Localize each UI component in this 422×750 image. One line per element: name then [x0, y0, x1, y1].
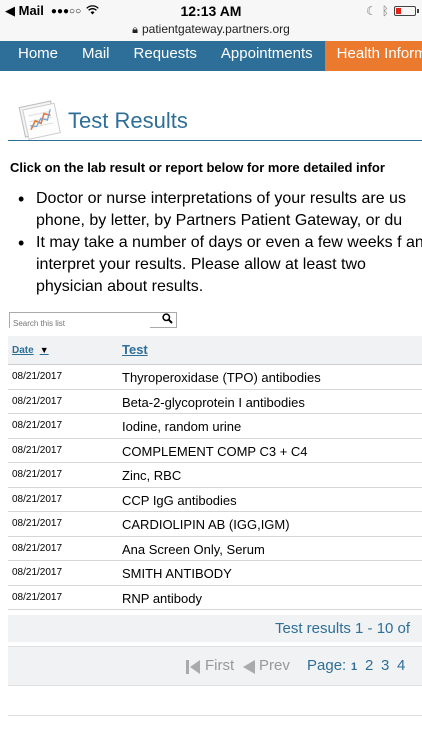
page-number-current: 1	[351, 661, 358, 673]
row-test-link[interactable]: SMITH ANTIBODY	[122, 566, 232, 581]
table-row[interactable]: 08/21/2017 CARDIOLIPIN AB (IGG,IGM)	[8, 512, 422, 537]
battery-icon	[394, 6, 419, 16]
nav-item-home[interactable]: Home	[0, 41, 70, 71]
test-column-header[interactable]: Test	[122, 342, 148, 357]
search-icon[interactable]	[162, 313, 173, 327]
status-bar: ◀ Mail ●●●○○ 12:13 AM ☾ ᛒ	[0, 0, 422, 22]
row-date: 08/21/2017	[12, 567, 63, 578]
date-column-header[interactable]: Date ▼	[12, 345, 49, 356]
page-number-link[interactable]: 3	[381, 657, 389, 674]
pagination: First Prev Page: 1 2 3 4	[8, 646, 422, 686]
row-date: 08/21/2017	[12, 444, 63, 456]
lab-report-icon	[18, 100, 61, 140]
table-row[interactable]: 08/21/2017 SMITH ANTIBODY	[8, 561, 422, 586]
table-row[interactable]: 08/21/2017 Ana Screen Only, Serum	[8, 536, 422, 561]
bullet-timing: It may take a number of days or even a f…	[8, 232, 422, 298]
lock-icon: 🔒︎	[132, 24, 138, 36]
first-page-icon	[186, 660, 200, 674]
info-bullets: Doctor or nurse interpretations of your …	[8, 188, 422, 298]
url-bar[interactable]: 🔒︎ patientgateway.partners.org	[0, 22, 422, 41]
sort-descending-icon: ▼	[39, 345, 49, 355]
table-row[interactable]: 08/21/2017 Iodine, random urine	[8, 414, 422, 439]
row-test-link[interactable]: CARDIOLIPIN AB (IGG,IGM)	[122, 517, 290, 532]
bullet-text: Doctor or nurse interpretations of your …	[36, 190, 406, 229]
intro-instructions: Click on the lab result or report below …	[10, 160, 385, 175]
title-row: Test Results	[8, 96, 422, 141]
nav-item-mail[interactable]: Mail	[70, 41, 122, 71]
table-row[interactable]: 08/21/2017 Zinc, RBC	[8, 463, 422, 488]
first-page-button[interactable]: First	[205, 657, 234, 674]
row-test-link[interactable]: COMPLEMENT COMP C3 + C4	[122, 444, 308, 459]
page-label: Page:	[307, 657, 347, 674]
row-test-link[interactable]: Zinc, RBC	[122, 468, 181, 483]
row-test-link[interactable]: Ana Screen Only, Serum	[122, 542, 265, 557]
bullet-interpretations: Doctor or nurse interpretations of your …	[8, 188, 422, 232]
table-header: Date ▼ Test	[8, 336, 422, 365]
row-test-link[interactable]: Iodine, random urine	[122, 419, 241, 434]
results-count-text: Test results 1 - 10 of	[275, 620, 411, 637]
do-not-disturb-icon: ☾	[366, 4, 377, 18]
date-header-label: Date	[12, 345, 34, 356]
bluetooth-icon: ᛒ	[381, 4, 389, 18]
table-row[interactable]: 08/21/2017 Thyroperoxidase (TPO) antibodi…	[8, 365, 422, 390]
url-text: patientgateway.partners.org	[141, 22, 290, 36]
footer-bar	[8, 690, 422, 716]
results-summary: Test results 1 - 10 of	[8, 615, 422, 642]
row-date: 08/21/2017	[12, 518, 63, 529]
results-table: Date ▼ Test 08/21/2017 Thyroperoxidase (TP…	[8, 336, 422, 610]
row-test-link[interactable]: RNP antibody	[122, 591, 202, 606]
table-row[interactable]: 08/21/2017 Beta-2-glycoprotein I antibodi…	[8, 389, 422, 414]
table-row[interactable]: 08/21/2017 COMPLEMENT COMP C3 + C4	[8, 438, 422, 463]
bullet-text: It may take a number of days or even a f…	[36, 234, 422, 295]
row-date: 08/21/2017	[12, 420, 63, 431]
row-date: 08/21/2017	[12, 395, 63, 407]
clock-time: 12:13 AM	[180, 3, 242, 19]
row-test-link[interactable]: CCP IgG antibodies	[122, 493, 237, 508]
row-date: 08/21/2017	[12, 469, 63, 480]
status-right: ☾ ᛒ	[366, 4, 419, 18]
row-date: 08/21/2017	[12, 493, 63, 505]
prev-page-icon	[243, 660, 255, 674]
table-row[interactable]: 08/21/2017 CCP IgG antibodies	[8, 487, 422, 512]
row-test-link[interactable]: Beta-2-glycoprotein I antibodies	[122, 395, 305, 410]
page-title: Test Results	[68, 108, 188, 133]
row-date: 08/21/2017	[12, 371, 63, 382]
table-row[interactable]: 08/21/2017 RNP antibody	[8, 585, 422, 610]
nav-item-appointments[interactable]: Appointments	[209, 41, 325, 71]
nav-item-health-information[interactable]: Health Informa	[324, 41, 422, 71]
search-box	[9, 312, 177, 331]
main-navigation: Home Mail Requests Appointments Health I…	[0, 41, 422, 71]
row-date: 08/21/2017	[12, 591, 63, 603]
row-test-link[interactable]: Thyroperoxidase (TPO) antibodies	[122, 370, 321, 385]
row-date: 08/21/2017	[12, 542, 63, 554]
page-number-link[interactable]: 4	[397, 657, 405, 674]
page-header: Test Results	[8, 96, 422, 141]
prev-page-button[interactable]: Prev	[259, 657, 290, 674]
search-input[interactable]	[10, 316, 150, 331]
page-number-link[interactable]: 2	[365, 657, 373, 674]
nav-item-requests[interactable]: Requests	[122, 41, 209, 71]
